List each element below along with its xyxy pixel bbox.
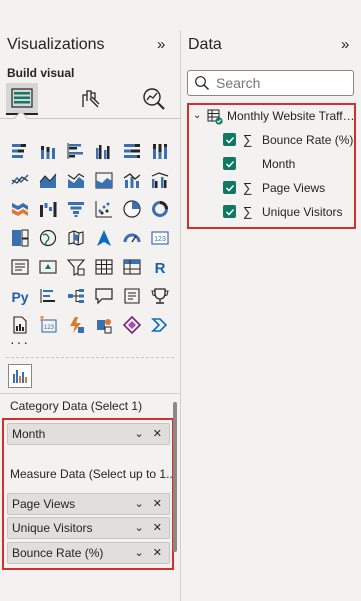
pie-chart-icon[interactable] <box>118 194 146 223</box>
analytics-tab[interactable] <box>138 83 170 115</box>
sum-icon: ∑ <box>243 132 253 147</box>
visualizations-scrollbar[interactable] <box>173 402 177 552</box>
stacked-area-chart-icon[interactable] <box>62 165 90 194</box>
visualizations-title: Visualizations <box>7 36 105 53</box>
field-name: Unique Visitors <box>262 205 343 219</box>
wells-highlight-box <box>2 418 174 570</box>
treemap-icon[interactable] <box>6 223 34 252</box>
decomposition-tree-icon[interactable] <box>62 281 90 310</box>
table-check-icon <box>207 109 223 125</box>
sum-icon: ∑ <box>243 180 253 195</box>
analytics-magnifier-icon <box>143 88 165 110</box>
table-name: Monthly Website Traffi... <box>227 109 355 123</box>
kpi-icon[interactable] <box>34 252 62 281</box>
qa-visual-icon[interactable] <box>90 281 118 310</box>
field-name: Bounce Rate (%) <box>262 133 354 147</box>
line-and-stacked-column-chart-icon[interactable] <box>118 165 146 194</box>
line-and-clustered-column-chart-icon[interactable] <box>146 165 174 194</box>
checkbox-checked-icon[interactable] <box>223 181 236 194</box>
table-tree-item[interactable]: ⌄ Monthly Website Traffi... <box>181 105 361 127</box>
field-item-bounce-rate[interactable]: ∑ Bounce Rate (%) <box>181 129 361 151</box>
100-stacked-area-chart-icon[interactable] <box>90 165 118 194</box>
category-well-label: Category Data (Select 1) <box>10 399 143 413</box>
collapse-visualizations-button[interactable]: » <box>157 36 166 53</box>
funnel-chart-icon[interactable] <box>62 194 90 223</box>
search-input[interactable] <box>216 75 346 91</box>
field-name: Month <box>262 157 296 171</box>
build-visual-icon <box>11 88 33 108</box>
ribbon-chart-icon[interactable] <box>6 194 34 223</box>
donut-chart-icon[interactable] <box>146 194 174 223</box>
checkbox-checked-icon[interactable] <box>223 205 236 218</box>
sum-icon: ∑ <box>243 204 253 219</box>
search-icon <box>195 76 209 90</box>
power-apps-diamond-icon[interactable] <box>118 310 146 339</box>
goals-trophy-icon[interactable] <box>146 281 174 310</box>
build-visual-tab[interactable] <box>6 83 38 115</box>
checkbox-checked-icon[interactable] <box>223 133 236 146</box>
field-name: Page Views <box>262 181 326 195</box>
visual-gallery: 123 R Py 123 <box>6 136 174 339</box>
filled-map-icon[interactable] <box>62 223 90 252</box>
chevron-down-icon[interactable]: ⌄ <box>193 105 201 127</box>
100-stacked-column-chart-icon[interactable] <box>146 136 174 165</box>
map-icon[interactable] <box>34 223 62 252</box>
gallery-divider <box>6 357 174 358</box>
clustered-bar-chart-icon[interactable] <box>62 136 90 165</box>
more-visuals-button[interactable]: ··· <box>10 334 30 350</box>
data-pane: Data » ⌄ Monthly Website Traffi... ∑ Bou… <box>181 0 361 601</box>
clustered-column-chart-icon[interactable] <box>90 136 118 165</box>
slicer-icon[interactable] <box>62 252 90 281</box>
line-chart-icon[interactable] <box>6 165 34 194</box>
checkbox-checked-icon[interactable] <box>223 157 236 170</box>
matrix-icon[interactable] <box>118 252 146 281</box>
stacked-bar-chart-icon[interactable] <box>6 136 34 165</box>
key-influencers-icon[interactable] <box>34 281 62 310</box>
custom-visual-icon[interactable] <box>8 364 32 388</box>
format-visual-tab[interactable] <box>74 83 106 115</box>
gauge-icon[interactable] <box>118 223 146 252</box>
power-apps-icon[interactable] <box>90 310 118 339</box>
format-brush-icon <box>82 90 100 108</box>
power-automate-icon[interactable] <box>62 310 90 339</box>
chevron-arrow-icon[interactable] <box>146 310 174 339</box>
data-title: Data <box>188 36 222 53</box>
python-visual-icon[interactable]: Py <box>6 281 34 310</box>
card-new-icon[interactable]: 123 <box>34 310 62 339</box>
field-item-month[interactable]: Month <box>181 153 361 175</box>
waterfall-chart-icon[interactable] <box>34 194 62 223</box>
build-visual-label: Build visual <box>7 66 75 80</box>
collapse-data-button[interactable]: » <box>341 36 350 53</box>
wells-divider <box>0 393 180 394</box>
multi-row-card-icon[interactable] <box>6 252 34 281</box>
scatter-chart-icon[interactable] <box>90 194 118 223</box>
field-item-page-views[interactable]: ∑ Page Views <box>181 177 361 199</box>
field-item-unique-visitors[interactable]: ∑ Unique Visitors <box>181 201 361 223</box>
area-chart-icon[interactable] <box>34 165 62 194</box>
svg-text:R: R <box>155 260 166 277</box>
svg-text:123: 123 <box>154 236 166 243</box>
narrative-icon[interactable] <box>118 281 146 310</box>
r-script-visual-icon[interactable]: R <box>146 252 174 281</box>
azure-map-icon[interactable] <box>90 223 118 252</box>
100-stacked-bar-chart-icon[interactable] <box>118 136 146 165</box>
svg-text:Py: Py <box>11 289 28 305</box>
visualizations-pane: Visualizations » Build visual 123 R Py 1… <box>0 0 180 601</box>
svg-text:123: 123 <box>44 325 55 331</box>
card-icon[interactable]: 123 <box>146 223 174 252</box>
search-box[interactable] <box>187 70 354 96</box>
table-icon[interactable] <box>90 252 118 281</box>
stacked-column-chart-icon[interactable] <box>34 136 62 165</box>
